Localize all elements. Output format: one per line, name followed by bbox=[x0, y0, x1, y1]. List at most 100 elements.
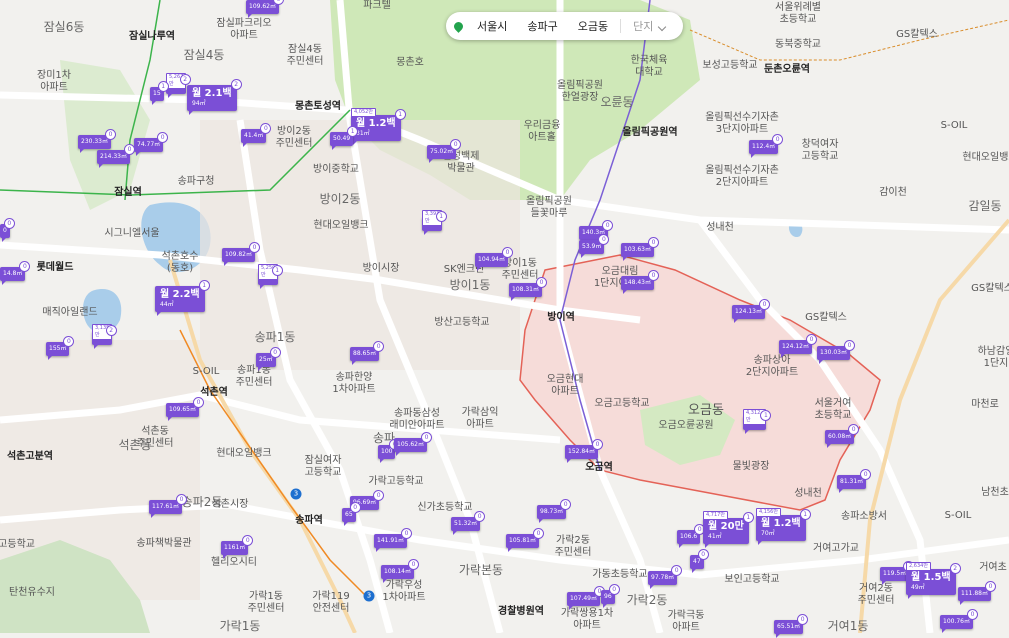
listing-marker[interactable]: 103.63㎡ 0 bbox=[621, 237, 659, 261]
listing-marker[interactable]: 111.88㎡ 0 bbox=[958, 581, 996, 605]
marker-count-badge: 0 bbox=[844, 340, 855, 351]
listing-marker[interactable]: 25㎡ 0 bbox=[256, 347, 281, 371]
marker-pointer bbox=[151, 513, 156, 518]
listing-marker[interactable]: 65 0 bbox=[342, 502, 361, 526]
listing-marker[interactable]: 119.5㎡0 bbox=[880, 561, 915, 585]
listing-marker[interactable]: 3,135만29㎡2 bbox=[92, 324, 117, 349]
listing-marker[interactable]: 124.12㎡ 0 bbox=[779, 334, 817, 358]
marker-pointer bbox=[569, 605, 574, 610]
marker-pointer bbox=[623, 256, 628, 261]
marker-price: 월 1.2백 bbox=[356, 118, 396, 129]
listing-marker[interactable]: 월 2.1백 94㎡ 2 bbox=[187, 79, 242, 115]
listing-marker[interactable]: 51.32㎡ 0 bbox=[451, 511, 486, 535]
listing-marker[interactable]: 108.14㎡ 0 bbox=[381, 559, 419, 583]
listing-marker[interactable]: 124.13㎡ 0 bbox=[732, 299, 770, 323]
listing-marker[interactable]: 214.33㎡ 0 bbox=[97, 144, 135, 168]
listing-marker[interactable]: 112.4㎡ 0 bbox=[749, 134, 784, 158]
listing-marker[interactable]: 47 0 bbox=[690, 549, 709, 573]
marker-count-badge: 1 bbox=[742, 512, 754, 523]
marker-area: 100.76㎡ bbox=[943, 618, 970, 625]
district-selector[interactable]: 송파구 bbox=[519, 18, 565, 34]
listing-marker[interactable]: 2,634만 월 1.5백 49㎡ 2 bbox=[906, 562, 961, 599]
listing-marker[interactable]: 105.62㎡ 0 bbox=[394, 432, 432, 456]
listing-marker[interactable]: 117.61㎡ 0 bbox=[149, 494, 187, 518]
marker-card: 111.88㎡ 0 bbox=[958, 581, 996, 605]
place-label: 서울위례별 초등학교 bbox=[775, 2, 821, 25]
listing-marker[interactable]: 5,250만85㎡1 bbox=[258, 264, 283, 289]
place-label: 방이역 bbox=[547, 312, 575, 323]
place-label: 송파한양 1차아파트 bbox=[332, 372, 376, 395]
listing-marker[interactable]: 15 1 bbox=[150, 81, 169, 105]
place-label: 잠실4동 주민센터 bbox=[286, 44, 324, 67]
location-search-bar[interactable]: 서울시 송파구 오금동 단지 bbox=[446, 12, 684, 40]
place-label: 잠실파크리오 아파트 bbox=[216, 18, 272, 41]
place-label: 송파구청 bbox=[177, 176, 215, 187]
marker-pointer bbox=[332, 145, 337, 150]
type-filter[interactable]: 단지 bbox=[625, 18, 673, 34]
listing-marker[interactable]: 230.33㎡ 0 bbox=[78, 129, 116, 153]
listing-marker[interactable]: 109.82㎡ 0 bbox=[222, 242, 260, 266]
listing-marker[interactable]: 53.9㎡ 0 bbox=[579, 234, 610, 258]
listing-marker[interactable]: 75.02㎡ 0 bbox=[427, 139, 462, 163]
marker-pointer bbox=[2, 280, 7, 285]
listing-marker[interactable]: 50.49 1 bbox=[330, 126, 359, 150]
listing-marker[interactable]: 152.84㎡ 0 bbox=[565, 439, 603, 463]
listing-marker[interactable]: 5,267만59㎡2 bbox=[166, 73, 191, 98]
place-label: 둔촌오륜역 bbox=[764, 64, 810, 75]
marker-card: 25㎡ 0 bbox=[256, 347, 281, 371]
listing-marker[interactable]: 106.6 0 bbox=[677, 524, 706, 548]
listing-marker[interactable]: 100.76㎡ 0 bbox=[940, 609, 978, 633]
place-label: 방산고등학교 bbox=[434, 317, 490, 328]
marker-pointer bbox=[508, 547, 513, 552]
listing-marker[interactable]: 98.73㎡ 0 bbox=[537, 499, 572, 523]
city-selector[interactable]: 서울시 bbox=[469, 18, 515, 34]
place-label: 송파책박물관 bbox=[136, 538, 192, 549]
listing-marker[interactable]: 81.31㎡ 0 bbox=[837, 469, 872, 493]
listing-marker[interactable]: 88.65㎡ 0 bbox=[350, 341, 385, 365]
listing-marker[interactable]: 월 2.2백 44㎡ 1 bbox=[155, 280, 210, 316]
listing-marker[interactable]: 41.4㎡ 0 bbox=[241, 123, 272, 147]
listing-marker[interactable]: 130.03㎡ 0 bbox=[817, 340, 855, 364]
place-label: 경찰병원역 bbox=[498, 606, 544, 617]
marker-count-badge: 0 bbox=[421, 432, 432, 443]
marker-pointer bbox=[376, 547, 381, 552]
marker-count-badge: 1 bbox=[799, 509, 811, 520]
marker-card: 50.49 1 bbox=[330, 126, 359, 150]
listing-marker[interactable]: 1000 bbox=[378, 439, 401, 463]
listing-marker[interactable]: 141.91㎡ 0 bbox=[374, 528, 412, 552]
listing-marker[interactable]: 4,717만 월 20만 41㎡ 1 bbox=[703, 511, 754, 548]
listing-marker[interactable]: 104.94㎡ 0 bbox=[475, 247, 513, 271]
marker-area: 1161㎡ bbox=[224, 544, 246, 551]
place-label: 동북중학교 bbox=[775, 39, 821, 50]
listing-marker[interactable]: 1161㎡ 0 bbox=[221, 535, 254, 559]
listing-marker[interactable]: 96 0 bbox=[601, 584, 620, 608]
listing-marker[interactable]: 148.43㎡ 0 bbox=[621, 270, 659, 294]
listing-marker[interactable]: 60.08㎡ 0 bbox=[825, 424, 860, 448]
marker-card: 00 bbox=[0, 218, 15, 242]
marker-area: 105.81㎡ bbox=[509, 537, 536, 544]
listing-marker[interactable]: 74.77㎡ 0 bbox=[134, 132, 169, 156]
marker-card: 104.94㎡ 0 bbox=[475, 247, 513, 271]
listing-marker[interactable]: 00 bbox=[0, 218, 15, 242]
listing-marker[interactable]: 14.8㎡ 0 bbox=[0, 261, 31, 285]
marker-card: 3,135만29㎡2 bbox=[92, 324, 117, 349]
marker-card: 124.13㎡ 0 bbox=[732, 299, 770, 323]
listing-marker[interactable]: 109.62㎡0 bbox=[246, 0, 284, 18]
place-label: 성내천 bbox=[706, 222, 734, 233]
listing-marker[interactable]: 97.78㎡ 0 bbox=[648, 565, 683, 589]
listing-marker[interactable]: 4,052만 월 1.2백 31㎡ 1 bbox=[351, 108, 406, 145]
dong-selector[interactable]: 오금동 bbox=[570, 18, 616, 34]
listing-marker[interactable]: 105.81㎡ 0 bbox=[506, 528, 544, 552]
marker-area: 15 bbox=[153, 90, 161, 97]
listing-marker[interactable]: 108.31㎡ 0 bbox=[509, 277, 547, 301]
listing-marker[interactable]: 107.49㎡ 0 bbox=[567, 586, 605, 610]
marker-count-badge: 0 bbox=[967, 609, 978, 620]
listing-marker[interactable]: 65.51㎡ 0 bbox=[774, 614, 809, 638]
listing-marker[interactable]: 109.65㎡ 0 bbox=[166, 397, 204, 421]
listing-marker[interactable]: 4,312만138㎡1 bbox=[743, 409, 772, 434]
listing-marker[interactable]: 155㎡ 0 bbox=[46, 336, 75, 360]
marker-card: 109.65㎡ 0 bbox=[166, 397, 204, 421]
listing-marker[interactable]: 4,156만 월 1.2백 70㎡ 1 bbox=[756, 508, 811, 545]
listing-marker[interactable]: 3,393만38㎡1 bbox=[422, 210, 447, 235]
marker-card: 108.31㎡ 0 bbox=[509, 277, 547, 301]
